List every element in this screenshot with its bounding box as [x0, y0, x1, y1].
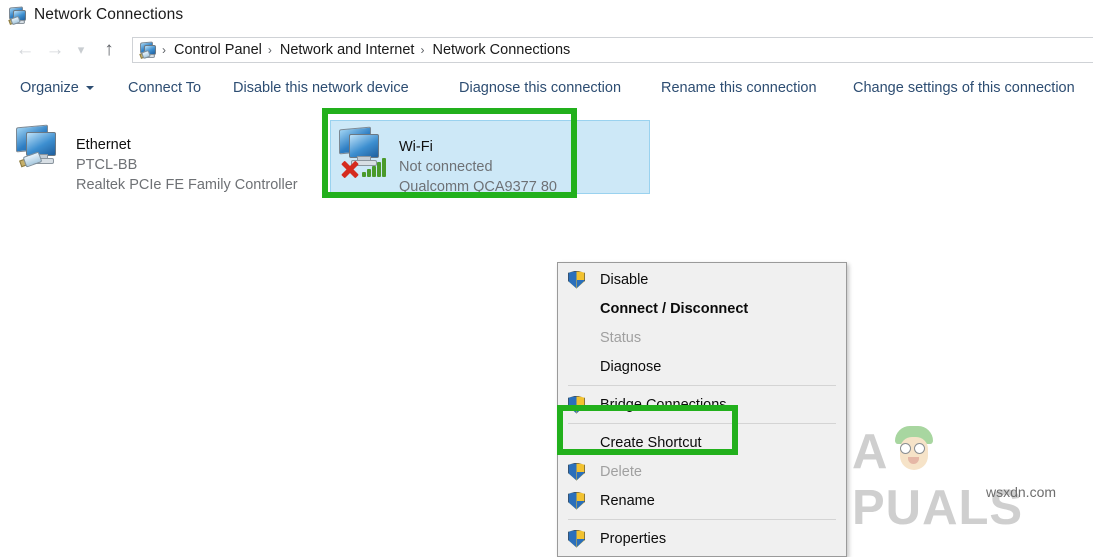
menu-item-create-shortcut[interactable]: Create Shortcut	[558, 428, 846, 457]
organize-button[interactable]: Organize	[20, 80, 94, 96]
breadcrumb-network-icon	[139, 41, 156, 60]
menu-item-label: Status	[600, 329, 642, 346]
context-menu: Disable Connect / Disconnect Status Diag…	[557, 262, 847, 557]
up-arrow-icon[interactable]: ↑	[94, 35, 124, 65]
menu-item-properties[interactable]: Properties	[558, 524, 846, 553]
menu-item-delete: Delete	[558, 457, 846, 486]
uac-shield-icon	[568, 491, 585, 510]
uac-shield-icon	[568, 462, 585, 481]
connect-to-button[interactable]: Connect To	[128, 80, 201, 96]
adapter-device: Qualcomm QCA9377 80	[399, 179, 557, 195]
breadcrumb-item-network-connections[interactable]: Network Connections	[428, 42, 574, 58]
adapter-network: Not connected	[399, 159, 493, 175]
uac-shield-icon	[568, 395, 585, 414]
network-adapter-icon	[337, 126, 393, 178]
menu-item-connect-disconnect[interactable]: Connect / Disconnect	[558, 294, 846, 323]
appuals-watermark: A PUALS	[852, 424, 1067, 535]
menu-item-diagnose[interactable]: Diagnose	[558, 352, 846, 381]
forward-arrow-icon[interactable]: →	[40, 35, 70, 65]
menu-item-label: Properties	[600, 530, 667, 547]
menu-item-label: Diagnose	[600, 358, 662, 375]
menu-item-label: Rename	[600, 492, 655, 509]
organize-label: Organize	[20, 80, 79, 96]
window-title-bar: Network Connections	[0, 0, 1093, 30]
address-bar: ← → ▾ ↑ › Control Panel › Network and In…	[0, 30, 1093, 69]
back-arrow-icon[interactable]: ←	[10, 35, 40, 65]
menu-separator	[568, 385, 836, 386]
menu-item-label: Create Shortcut	[600, 434, 702, 451]
menu-item-label: Bridge Connections	[600, 396, 727, 413]
site-watermark: wsxdn.com	[986, 484, 1057, 500]
menu-item-label: Delete	[600, 463, 642, 480]
adapter-name: Ethernet	[76, 137, 131, 153]
breadcrumb-item-network-and-internet[interactable]: Network and Internet	[276, 42, 419, 58]
adapter-item-wifi[interactable]: Wi-Fi Not connected Qualcomm QCA9377 80	[330, 120, 650, 195]
recent-locations-chevron-icon[interactable]: ▾	[70, 35, 92, 65]
diagnose-connection-button[interactable]: Diagnose this connection	[459, 80, 621, 96]
signal-strength-icon	[362, 157, 388, 177]
appuals-wordmark: A PUALS	[852, 425, 1024, 535]
rename-connection-button[interactable]: Rename this connection	[661, 80, 817, 96]
uac-shield-icon	[568, 529, 585, 548]
disable-device-button[interactable]: Disable this network device	[233, 80, 409, 96]
uac-shield-icon	[568, 270, 585, 289]
menu-item-label: Disable	[600, 271, 649, 288]
menu-item-disable[interactable]: Disable	[558, 265, 846, 294]
network-adapter-icon	[14, 124, 70, 176]
chevron-down-icon	[85, 86, 94, 90]
menu-item-status: Status	[558, 323, 846, 352]
menu-separator	[568, 423, 836, 424]
menu-separator	[568, 519, 836, 520]
window-title: Network Connections	[34, 6, 184, 23]
adapter-network: PTCL-BB	[76, 157, 138, 173]
command-bar: Organize Connect To Disable this network…	[0, 69, 1093, 108]
menu-item-label: Connect / Disconnect	[600, 300, 749, 317]
network-connections-icon	[8, 6, 26, 26]
breadcrumb-separator-icon: ›	[420, 42, 425, 57]
menu-item-bridge-connections[interactable]: Bridge Connections	[558, 390, 846, 419]
breadcrumb[interactable]: › Control Panel › Network and Internet ›…	[132, 36, 1093, 63]
adapter-device: Realtek PCIe FE Family Controller	[76, 177, 298, 193]
change-settings-button[interactable]: Change settings of this connection	[853, 80, 1075, 96]
appuals-mascot-icon	[892, 426, 936, 476]
adapter-item-ethernet[interactable]: Ethernet PTCL-BB Realtek PCIe FE Family …	[8, 119, 318, 201]
menu-item-rename[interactable]: Rename	[558, 486, 846, 515]
breadcrumb-item-control-panel[interactable]: Control Panel	[170, 42, 266, 58]
breadcrumb-separator-icon: ›	[267, 42, 272, 57]
disconnected-x-icon	[339, 158, 361, 180]
adapter-name: Wi-Fi	[399, 139, 433, 155]
